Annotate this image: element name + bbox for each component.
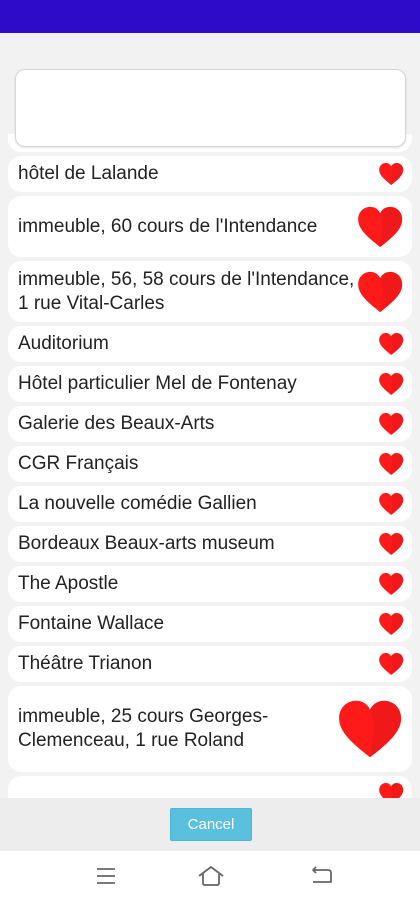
heart-icon[interactable] [356, 270, 404, 314]
heart-icon[interactable] [378, 652, 404, 676]
place-name: immeuble, 25 cours Georges-Clemenceau, 1… [18, 706, 269, 751]
place-name: hôtel de Lalande [18, 163, 159, 184]
place-list-item[interactable]: immeuble, 25 cours Georges-Clemenceau, 1… [8, 686, 412, 772]
status-bar [0, 0, 420, 33]
place-list-item[interactable]: La nouvelle comédie Gallien [8, 486, 412, 522]
heart-icon[interactable] [336, 698, 404, 760]
heart-icon[interactable] [378, 162, 404, 186]
cancel-button[interactable]: Cancel [170, 808, 252, 841]
system-navigation-bar [0, 851, 420, 900]
place-list-item[interactable]: Théâtre Trianon [8, 646, 412, 682]
place-list-item[interactable]: Galerie des Beaux-Arts [8, 406, 412, 442]
place-list-item[interactable]: immeuble, 60 cours de l'Intendance [8, 196, 412, 257]
heart-icon[interactable] [378, 532, 404, 556]
heart-icon[interactable] [378, 492, 404, 516]
heart-icon[interactable] [378, 412, 404, 436]
heart-icon[interactable] [378, 572, 404, 596]
place-list-item[interactable]: Bordeaux Beaux-arts museum [8, 526, 412, 562]
place-list-item[interactable]: immeuble, 56, 58 cours de l'Intendance, … [8, 261, 412, 322]
place-name: Auditorium [18, 333, 109, 354]
heart-icon[interactable] [378, 372, 404, 396]
place-name: La nouvelle comédie Gallien [18, 493, 257, 514]
place-name: The Apostle [18, 573, 119, 594]
heart-icon[interactable] [378, 332, 404, 356]
place-list-item[interactable]: CGR Français [8, 446, 412, 482]
home-icon[interactable] [196, 863, 226, 889]
place-name: Bordeaux Beaux-arts museum [18, 533, 275, 554]
place-list-item[interactable]: Fontaine Wallace [8, 606, 412, 642]
place-picker-dialog: Bordeauxhôtel de Lalandeimmeuble, 60 cou… [0, 33, 420, 851]
heart-icon[interactable] [378, 782, 404, 798]
place-name: immeuble, 60 cours de l'Intendance [18, 215, 318, 237]
place-name: CGR Français [18, 453, 139, 474]
dialog-button-bar: Cancel [0, 798, 420, 851]
place-list-item[interactable]: hôtel de Lalande [8, 156, 412, 192]
place-list-item[interactable]: Hôtel particulier Mel de Fontenay [8, 366, 412, 402]
place-name: Théâtre Trianon [18, 653, 153, 674]
place-list-item[interactable] [8, 776, 412, 798]
place-name: Fontaine Wallace [18, 613, 165, 634]
place-list-item[interactable]: Auditorium [8, 326, 412, 362]
place-name: immeuble, 56, 58 cours de l'Intendance, … [18, 268, 355, 314]
heart-icon[interactable] [378, 612, 404, 636]
place-list-item[interactable]: The Apostle [8, 566, 412, 602]
search-input[interactable] [15, 69, 406, 147]
place-name: Hôtel particulier Mel de Fontenay [18, 373, 297, 394]
place-list[interactable]: Bordeauxhôtel de Lalandeimmeuble, 60 cou… [0, 134, 420, 798]
heart-icon[interactable] [378, 452, 404, 476]
heart-icon[interactable] [356, 205, 404, 249]
menu-icon[interactable] [91, 863, 121, 889]
place-name: Galerie des Beaux-Arts [18, 413, 215, 434]
back-icon[interactable] [306, 863, 336, 889]
